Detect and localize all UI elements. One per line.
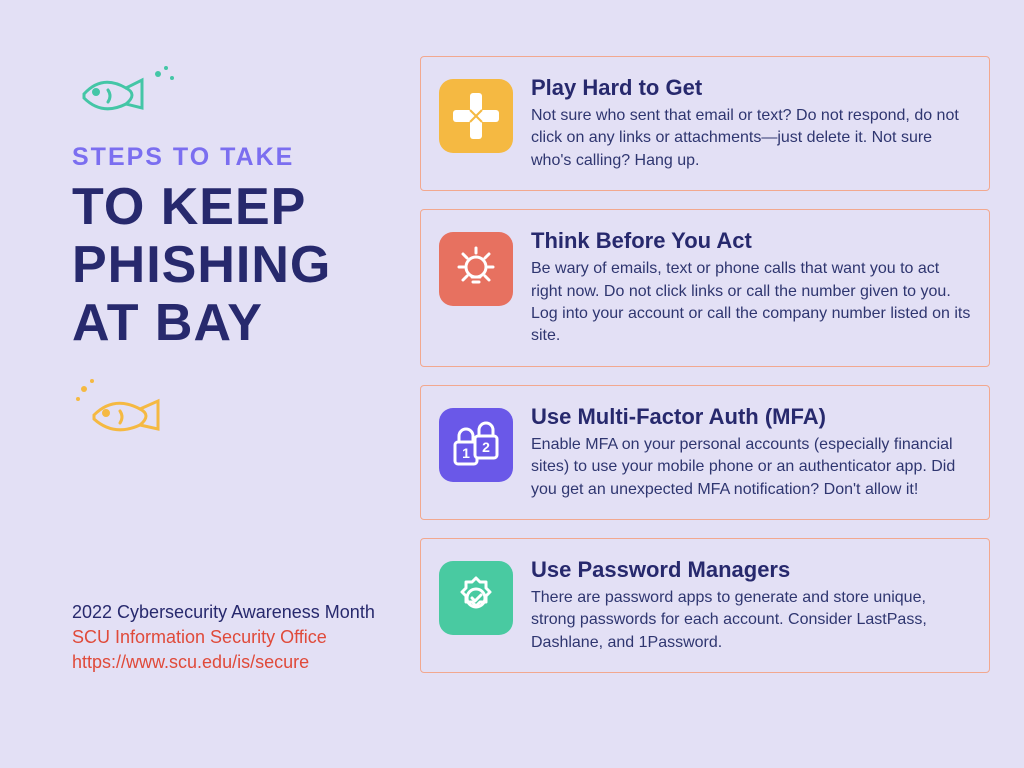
- card-body: Use Password Managers There are password…: [531, 557, 973, 654]
- lightbulb-icon: [439, 232, 513, 306]
- tip-card: Play Hard to Get Not sure who sent that …: [420, 56, 990, 191]
- gamepad-icon: [439, 79, 513, 153]
- card-list: Play Hard to Get Not sure who sent that …: [420, 56, 990, 673]
- card-text: Enable MFA on your personal accounts (es…: [531, 434, 973, 501]
- svg-text:1: 1: [462, 445, 470, 461]
- fish-icon: [72, 371, 402, 446]
- tip-card: Use Password Managers There are password…: [420, 538, 990, 673]
- gear-check-icon: [439, 561, 513, 635]
- footer: 2022 Cybersecurity Awareness Month SCU I…: [72, 600, 412, 676]
- tip-card: 1 2 Use Multi-Factor Auth (MFA) Enable M…: [420, 385, 990, 520]
- svg-text:2: 2: [482, 439, 490, 455]
- heading-kicker: Steps to Take: [72, 143, 402, 172]
- card-title: Think Before You Act: [531, 228, 973, 254]
- footer-url: https://www.scu.edu/is/secure: [72, 650, 412, 675]
- card-title: Use Multi-Factor Auth (MFA): [531, 404, 973, 430]
- fish-icon: [72, 60, 402, 125]
- card-text: There are password apps to generate and …: [531, 587, 973, 654]
- footer-office: SCU Information Security Office: [72, 625, 412, 650]
- tip-card: Think Before You Act Be wary of emails, …: [420, 209, 990, 367]
- padlock-icon: 1 2: [439, 408, 513, 482]
- card-body: Play Hard to Get Not sure who sent that …: [531, 75, 973, 172]
- card-text: Be wary of emails, text or phone calls t…: [531, 258, 973, 348]
- left-column: Steps to Take To Keep Phishing at Bay: [72, 60, 402, 446]
- footer-campaign: 2022 Cybersecurity Awareness Month: [72, 600, 412, 625]
- card-title: Use Password Managers: [531, 557, 973, 583]
- card-body: Think Before You Act Be wary of emails, …: [531, 228, 973, 348]
- card-text: Not sure who sent that email or text? Do…: [531, 105, 973, 172]
- card-title: Play Hard to Get: [531, 75, 973, 101]
- heading-main: To Keep Phishing at Bay: [72, 178, 402, 353]
- card-body: Use Multi-Factor Auth (MFA) Enable MFA o…: [531, 404, 973, 501]
